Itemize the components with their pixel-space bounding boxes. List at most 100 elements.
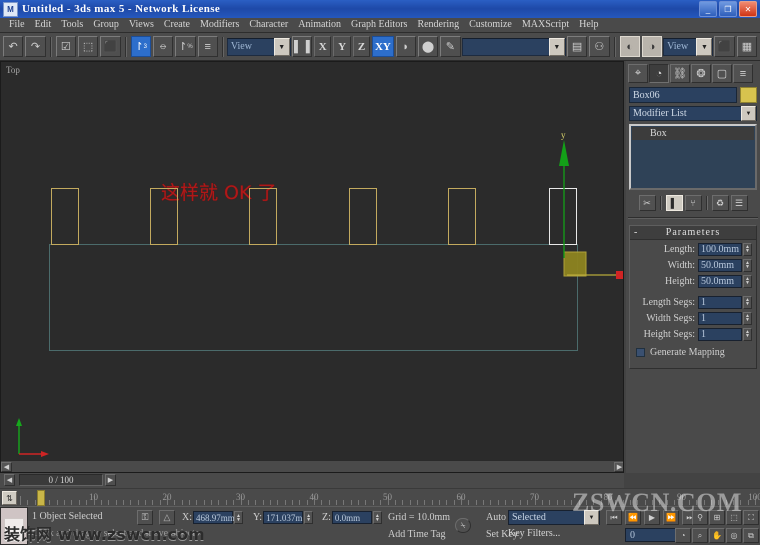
key-mode-toggle-icon[interactable]: ⇅ <box>2 491 17 505</box>
frame-display[interactable]: 0 / 100 <box>19 474 103 486</box>
generate-mapping-checkbox[interactable] <box>636 348 645 357</box>
generate-mapping-row[interactable]: Generate Mapping <box>636 347 756 358</box>
parameter-spinner[interactable]: ▲ ▼ <box>743 327 752 341</box>
menu-item-maxscript[interactable]: MAXScript <box>517 18 574 32</box>
parameter-spinner[interactable]: ▲ ▼ <box>743 295 752 309</box>
rollout-collapse-icon[interactable]: - <box>634 227 638 238</box>
reference-coordinate-system-dropdown[interactable]: View ▼ <box>226 37 291 56</box>
angle-snap-icon[interactable]: ⦵ <box>152 36 174 57</box>
command-tab-create[interactable]: ⌖ <box>628 64 648 83</box>
pan-icon[interactable]: ✋ <box>709 528 725 543</box>
object-color-swatch[interactable] <box>740 87 757 103</box>
spinner-snap-icon[interactable]: ≡ <box>197 36 218 57</box>
align-icon[interactable]: ⬤ <box>417 36 439 57</box>
parameter-value-field[interactable]: 50.0mm <box>698 258 742 272</box>
stack-item[interactable]: Box <box>632 127 754 140</box>
remove-modifier-icon[interactable]: ♻ <box>711 195 729 211</box>
parameter-spinner[interactable]: ▲ ▼ <box>743 258 752 272</box>
track-bar-ruler[interactable]: 10 20 30 40 50 60 70 80 90 100 <box>20 489 760 507</box>
modifier-stack[interactable]: Box <box>629 124 757 190</box>
restrict-y-button[interactable]: Y <box>333 36 351 57</box>
curve-editor-icon[interactable]: ▤ <box>566 36 588 57</box>
selection-level-dropdown[interactable]: Selected ▼ <box>508 510 600 525</box>
undo-button[interactable]: ↶ <box>3 36 24 57</box>
parameters-rollout-header[interactable]: - Parameters <box>630 226 756 240</box>
coordinate-field[interactable]: 0.0mm <box>331 511 372 524</box>
select-box-icon[interactable]: ⬛ <box>100 36 121 57</box>
previous-frame-icon[interactable]: ⏪ <box>625 510 641 525</box>
menu-item-customize[interactable]: Customize <box>464 18 517 32</box>
key-mode-toggle-button[interactable]: ⍀ <box>455 518 471 533</box>
close-button[interactable]: ✕ <box>739 1 757 17</box>
coordinate-spinner[interactable]: ▲ ▼ <box>304 511 314 524</box>
viewport-top[interactable]: Top 这样就 OK 了 y ◀ ▶ <box>0 61 624 473</box>
command-tab-hierarchy[interactable]: ⛓ <box>670 64 690 83</box>
next-frame-arrow[interactable]: ▶ <box>105 474 116 486</box>
zoom-extents-all-icon[interactable]: ⌕ <box>692 528 708 543</box>
menu-item-group[interactable]: Group <box>88 18 124 32</box>
modifier-list-dropdown[interactable]: Modifier List ▼ <box>629 106 757 121</box>
next-frame-icon[interactable]: ⏩ <box>663 510 679 525</box>
key-filters-button[interactable]: Key Filters... <box>508 528 560 539</box>
time-slider-handle[interactable] <box>37 490 45 506</box>
menu-item-create[interactable]: Create <box>159 18 195 32</box>
menu-item-file[interactable]: File <box>4 18 30 32</box>
zoom-extents-icon[interactable]: ⬚ <box>726 510 742 525</box>
parameter-value-field[interactable]: 1 <box>698 311 742 325</box>
command-tab-utilities[interactable]: ≡ <box>733 64 753 83</box>
menu-item-tools[interactable]: Tools <box>56 18 88 32</box>
chevron-down-icon[interactable]: ▼ <box>273 37 290 56</box>
parameter-value-field[interactable]: 1 <box>698 327 742 341</box>
parameter-spinner[interactable]: ▲ ▼ <box>743 274 752 288</box>
coordinate-spinner[interactable]: ▲ ▼ <box>234 511 243 524</box>
object-name-field[interactable]: Box06 <box>629 87 737 103</box>
named-selection-set-dropdown[interactable]: ▼ <box>461 37 566 56</box>
render-last-icon[interactable]: ▦ <box>736 36 758 57</box>
selection-lock-icon[interactable]: ⚿ <box>137 510 153 525</box>
field-of-view-icon[interactable]: ◔ <box>675 528 691 543</box>
show-end-result-icon[interactable]: ▌ <box>665 195 683 211</box>
minimize-button[interactable]: _ <box>699 1 717 17</box>
select-region-icon[interactable]: ⬚ <box>77 36 99 57</box>
scroll-right-icon[interactable]: ▶ <box>614 461 623 472</box>
menu-item-rendering[interactable]: Rendering <box>412 18 464 32</box>
coordinate-field[interactable]: 171.037m <box>263 511 304 524</box>
menu-item-edit[interactable]: Edit <box>30 18 57 32</box>
use-center-icon[interactable]: ▌▐ <box>291 36 313 57</box>
snap-toggle-3d-icon[interactable]: ↾ 3 <box>130 36 151 57</box>
scroll-left-icon[interactable]: ◀ <box>1 461 12 472</box>
command-tab-display[interactable]: ▢ <box>712 64 732 83</box>
configure-sets-icon[interactable]: ☰ <box>730 195 748 211</box>
arc-rotate-icon[interactable]: ◎ <box>726 528 742 543</box>
chevron-down-icon[interactable]: ▼ <box>696 37 713 56</box>
material-editor-icon[interactable]: ◐ <box>619 36 640 57</box>
coordinate-field[interactable]: 468.97mm <box>193 511 235 524</box>
make-unique-icon[interactable]: ⑂ <box>684 195 702 211</box>
menu-item-views[interactable]: Views <box>124 18 159 32</box>
schematic-view-icon[interactable]: ⚇ <box>589 36 610 57</box>
pin-stack-icon[interactable]: ✂ <box>638 195 656 211</box>
absolute-relative-coord-icon[interactable]: △ <box>159 510 175 525</box>
mirror-icon[interactable]: ◗ <box>395 36 416 57</box>
command-tab-modify[interactable]: ◔ <box>649 64 669 83</box>
menu-item-animation[interactable]: Animation <box>293 18 346 32</box>
previous-frame-arrow[interactable]: ◀ <box>4 474 15 486</box>
menu-item-help[interactable]: Help <box>574 18 603 32</box>
min-max-toggle-icon[interactable]: ⧉ <box>743 528 759 543</box>
manage-layers-icon[interactable]: ✎ <box>440 36 461 57</box>
parameter-spinner[interactable]: ▲ ▼ <box>743 242 752 256</box>
command-tab-motion[interactable]: ❂ <box>691 64 711 83</box>
percent-snap-icon[interactable]: ↾% <box>175 36 196 57</box>
menu-item-graph-editors[interactable]: Graph Editors <box>346 18 412 32</box>
menu-item-modifiers[interactable]: Modifiers <box>195 18 244 32</box>
render-scene-icon[interactable]: ◑ <box>641 36 663 57</box>
zoom-region-icon[interactable]: ⛶ <box>743 510 759 525</box>
restrict-z-button[interactable]: Z <box>352 36 371 57</box>
render-type-dropdown[interactable]: View ▼ <box>663 37 714 56</box>
zoom-icon[interactable]: ⚲ <box>692 510 708 525</box>
viewport-horizontal-scrollbar[interactable]: ◀ ▶ <box>1 460 623 472</box>
redo-button[interactable]: ↷ <box>25 36 46 57</box>
chevron-down-icon[interactable]: ▼ <box>548 37 565 56</box>
chevron-down-icon[interactable]: ▼ <box>741 106 756 121</box>
parameter-value-field[interactable]: 100.0mm <box>698 242 742 256</box>
